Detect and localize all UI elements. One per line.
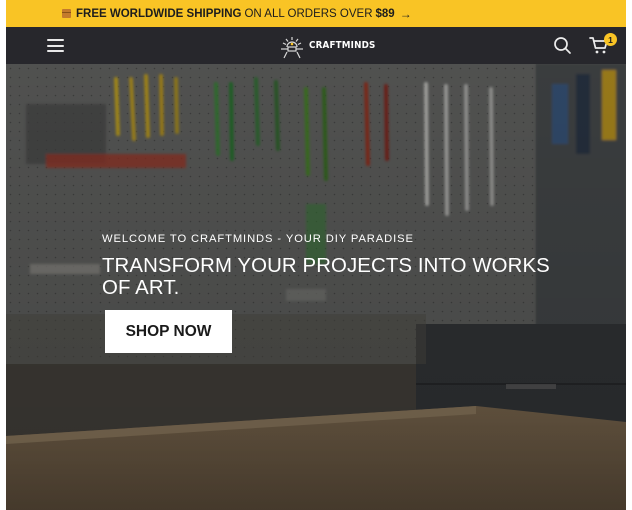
site-header: CRAFTMINDS 1 [6, 27, 626, 64]
shop-now-button[interactable]: SHOP NOW [105, 310, 232, 353]
announcement-strong-text: FREE WORLDWIDE SHIPPING [76, 7, 242, 20]
page: FREE WORLDWIDE SHIPPING ON ALL ORDERS OV… [6, 0, 626, 510]
announcement-bar[interactable]: FREE WORLDWIDE SHIPPING ON ALL ORDERS OV… [6, 0, 626, 27]
announcement-text: ON ALL ORDERS OVER [244, 7, 373, 20]
hamburger-menu-icon[interactable] [47, 39, 64, 52]
logo-text: CRAFTMINDS [309, 40, 376, 51]
cart-count-badge: 1 [604, 33, 617, 46]
search-icon[interactable] [553, 36, 572, 55]
hero-eyebrow: WELCOME TO CRAFTMINDS - YOUR DIY PARADIS… [102, 233, 414, 245]
hero-headline: TRANSFORM YOUR PROJECTS INTO WORKS OF AR… [102, 255, 550, 299]
announcement-amount: $89 [375, 7, 395, 20]
hero-banner: WELCOME TO CRAFTMINDS - YOUR DIY PARADIS… [6, 64, 626, 510]
box-icon [62, 9, 71, 18]
arrow-right-icon: → [399, 6, 412, 21]
logo[interactable]: CRAFTMINDS [278, 31, 381, 60]
logo-mark-icon [281, 36, 303, 58]
